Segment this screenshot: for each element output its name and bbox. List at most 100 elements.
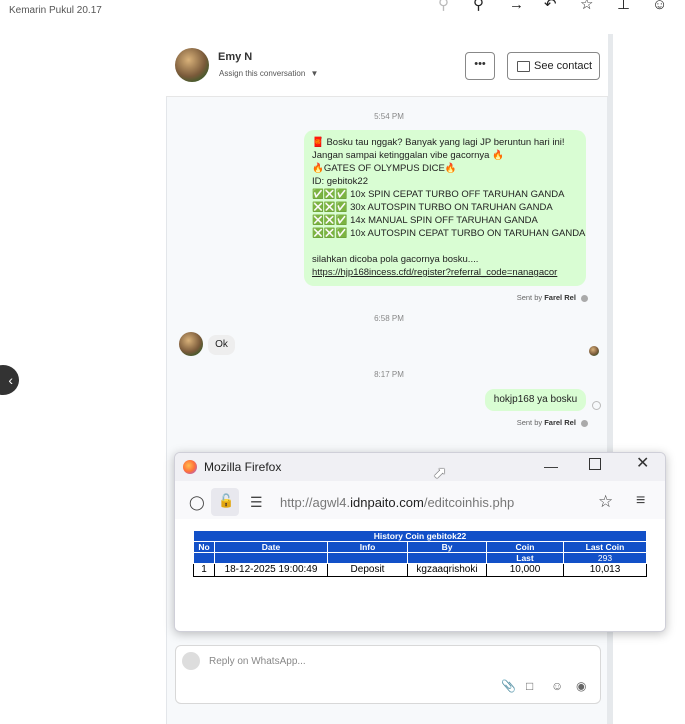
column-header: By bbox=[407, 541, 487, 553]
table-cell: Deposit bbox=[327, 563, 408, 577]
shield-icon[interactable]: ◯ bbox=[189, 494, 205, 511]
emoji-icon[interactable]: ☺ bbox=[652, 0, 667, 13]
message-line: 🔥GATES OF OLYMPUS DICE🔥 bbox=[312, 163, 457, 174]
read-receipt-avatar bbox=[589, 346, 599, 356]
table-subheader-row: Last 293 bbox=[193, 552, 647, 564]
sent-by-prefix: Sent by bbox=[516, 293, 543, 302]
pin-icon[interactable]: ⊥ bbox=[617, 0, 630, 13]
bookmark-star-icon[interactable]: ☆ bbox=[598, 492, 613, 512]
see-contact-button[interactable]: See contact bbox=[507, 52, 600, 80]
message-line: ❎❎✅ 30x AUTOSPIN TURBO ON TARUHAN GANDA bbox=[312, 202, 553, 213]
mouse-cursor-icon: ⬈ bbox=[433, 465, 447, 482]
reply-icon[interactable]: ↶ bbox=[544, 0, 557, 13]
url-domain: idnpaito.com bbox=[350, 495, 424, 510]
maximize-button[interactable] bbox=[589, 457, 601, 473]
message-time: 6:58 PM bbox=[374, 314, 404, 323]
close-button[interactable]: ✕ bbox=[636, 456, 649, 472]
message-line: silahkan dicoba pola gacornya bosku.... bbox=[312, 254, 479, 265]
zoom-out-icon[interactable]: ⚲ bbox=[438, 0, 449, 13]
message-line: 🧧 Bosku tau nggak? Banyak yang lagi JP b… bbox=[312, 137, 565, 148]
outgoing-message-promo[interactable]: 🧧 Bosku tau nggak? Banyak yang lagi JP b… bbox=[304, 130, 586, 286]
agent-avatar bbox=[182, 652, 200, 670]
sent-by-info: Sent by Farel Rel bbox=[440, 418, 588, 427]
table-cell: 10,000 bbox=[486, 563, 564, 577]
see-contact-label: See contact bbox=[534, 60, 593, 72]
incoming-message[interactable]: Ok bbox=[208, 335, 235, 355]
table-cell: 10,013 bbox=[563, 563, 647, 577]
table-cell: kgzaaqrishoki bbox=[407, 563, 487, 577]
conversation-header: Emy N Assign this conversation ▼ ••• See… bbox=[166, 34, 608, 97]
contact-name: Emy N bbox=[218, 51, 253, 63]
message-line: ✅❎✅ 10x SPIN CEPAT TURBO OFF TARUHAN GAN… bbox=[312, 189, 565, 200]
table-header-row: No Date Info By Coin Last Coin bbox=[193, 541, 647, 553]
contact-card-icon bbox=[517, 61, 530, 72]
message-time: 5:54 PM bbox=[374, 112, 404, 121]
column-subheader bbox=[214, 552, 328, 564]
message-line: ❎❎✅ 10x AUTOSPIN CEPAT TURBO ON TARUHAN … bbox=[312, 228, 586, 239]
window-title: Mozilla Firefox bbox=[204, 460, 282, 474]
zoom-in-icon[interactable]: ⚲ bbox=[473, 0, 484, 13]
sent-by-prefix: Sent by bbox=[516, 418, 543, 427]
microphone-icon[interactable]: ◉ bbox=[576, 679, 586, 693]
previous-conversation-button[interactable]: ‹ bbox=[0, 365, 19, 395]
table-cell: 1 bbox=[193, 563, 215, 577]
emoji-picker-icon[interactable]: ☺ bbox=[551, 679, 563, 693]
sent-by-agent: Farel Rel bbox=[544, 293, 576, 302]
column-subheader bbox=[193, 552, 215, 564]
sender-avatar bbox=[179, 332, 203, 356]
info-icon[interactable] bbox=[581, 294, 588, 302]
page-content: History Coin gebitok22 No Date Info By C… bbox=[175, 519, 665, 631]
conversation-timestamp: Kemarin Pukul 20.17 bbox=[9, 5, 102, 16]
column-header: Last Coin bbox=[563, 541, 647, 553]
message-line bbox=[312, 240, 578, 253]
column-header: Info bbox=[327, 541, 408, 553]
table-cell: 18-12-2025 19:00:49 bbox=[214, 563, 328, 577]
insecure-lock-icon: 🔓 bbox=[218, 493, 235, 508]
forward-icon[interactable]: → bbox=[509, 0, 524, 13]
column-header: Date bbox=[214, 541, 328, 553]
sent-by-info: Sent by Farel Rel bbox=[440, 293, 588, 302]
url-bar[interactable]: http://agwl4.idnpaito.com/editcoinhis.ph… bbox=[280, 495, 514, 510]
history-coin-table: History Coin gebitok22 No Date Info By C… bbox=[193, 530, 647, 577]
table-title: History Coin gebitok22 bbox=[193, 530, 647, 542]
reply-input[interactable]: Reply on WhatsApp... bbox=[209, 656, 306, 667]
assign-conversation-dropdown[interactable]: Assign this conversation ▼ bbox=[219, 69, 318, 78]
info-icon[interactable] bbox=[581, 419, 588, 427]
message-line: Jangan sampai ketinggalan vibe gacornya … bbox=[312, 150, 504, 161]
message-toolbar: ⚲ ⚲ → ↶ ☆ ⊥ ☺ bbox=[430, 0, 685, 14]
message-line: ID: gebitok22 bbox=[312, 176, 368, 187]
url-path: /editcoinhis.php bbox=[423, 495, 515, 510]
firefox-titlebar[interactable]: Mozilla Firefox — ✕ bbox=[175, 453, 665, 481]
message-link[interactable]: https://hjp168incess.cfd/register?referr… bbox=[312, 266, 578, 279]
chevron-down-icon: ▼ bbox=[310, 69, 319, 78]
url-prefix: http://agwl4. bbox=[280, 495, 351, 510]
column-subheader bbox=[407, 552, 487, 564]
delivered-icon bbox=[592, 401, 601, 410]
quick-reply-icon[interactable]: □ bbox=[526, 679, 533, 693]
table-title-row: History Coin gebitok22 bbox=[193, 530, 647, 542]
assign-label: Assign this conversation bbox=[219, 69, 306, 78]
more-options-button[interactable]: ••• bbox=[465, 52, 495, 80]
firefox-window: Mozilla Firefox — ✕ ◯ 🔓 ☰ http://agwl4.i… bbox=[174, 452, 666, 632]
star-icon[interactable]: ☆ bbox=[580, 0, 593, 13]
column-subheader: 293 bbox=[563, 552, 647, 564]
table-row: 1 18-12-2025 19:00:49 Deposit kgzaaqrish… bbox=[193, 563, 647, 577]
column-header: Coin bbox=[486, 541, 564, 553]
site-settings-icon[interactable]: ☰ bbox=[250, 494, 263, 511]
sent-by-agent: Farel Rel bbox=[544, 418, 576, 427]
firefox-logo-icon bbox=[183, 460, 197, 474]
firefox-toolbar: ◯ 🔓 ☰ http://agwl4.idnpaito.com/editcoin… bbox=[175, 485, 665, 519]
chevron-left-icon: ‹ bbox=[8, 372, 13, 388]
attachment-icon[interactable]: 📎 bbox=[501, 679, 516, 693]
outgoing-message[interactable]: hokjp168 ya bosku bbox=[485, 389, 586, 411]
message-time: 8:17 PM bbox=[374, 370, 404, 379]
column-header: No bbox=[193, 541, 215, 553]
menu-icon[interactable]: ≡ bbox=[636, 492, 645, 510]
column-subheader: Last bbox=[486, 552, 564, 564]
contact-avatar[interactable] bbox=[175, 48, 209, 82]
column-subheader bbox=[327, 552, 408, 564]
reply-box[interactable]: Reply on WhatsApp... 📎 □ ☺ ◉ bbox=[175, 645, 601, 704]
message-line: ❎❎✅ 14x MANUAL SPIN OFF TARUHAN GANDA bbox=[312, 215, 538, 226]
minimize-button[interactable]: — bbox=[544, 458, 558, 474]
permissions-button[interactable]: 🔓 bbox=[211, 488, 239, 516]
